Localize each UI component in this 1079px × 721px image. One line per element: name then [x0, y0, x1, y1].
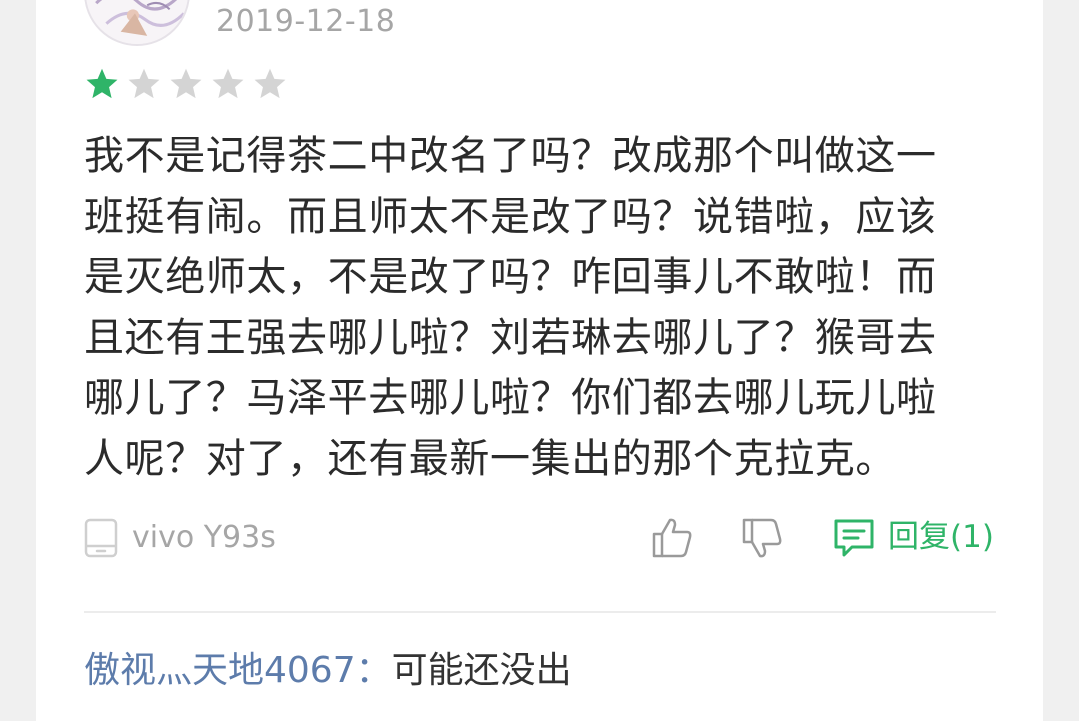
star-filled-icon [86, 68, 118, 99]
divider [84, 611, 996, 613]
star-empty-icon [128, 68, 160, 99]
device-info: vivo Y93s [84, 518, 276, 558]
reply-text: 可能还没出 [391, 650, 572, 691]
dislike-button[interactable] [738, 514, 786, 562]
thumbs-up-icon [652, 518, 692, 558]
reply-count-label: 回复(1) [888, 519, 994, 555]
thumbs-down-icon [742, 518, 782, 558]
star-rating [84, 66, 288, 102]
reply-separator: ： [355, 650, 392, 691]
star-empty-icon [254, 68, 286, 99]
star-empty-icon [212, 68, 244, 99]
first-reply[interactable]: 傲视灬天地4067：可能还没出 [84, 644, 572, 698]
star-empty-icon [170, 68, 202, 99]
like-button[interactable] [648, 514, 696, 562]
phone-icon [84, 518, 118, 558]
reply-button[interactable]: 回复(1) [832, 515, 994, 559]
comment-icon [834, 519, 874, 557]
review-date: 2019-12-18 [216, 4, 396, 39]
review-text: 我不是记得茶二中改名了吗？改成那个叫做这一班挺有闹。而且师太不是改了吗？说错啦，… [84, 133, 937, 482]
reply-author-link[interactable]: 傲视灬天地4067 [84, 650, 356, 691]
device-label: vivo Y93s [132, 520, 276, 555]
